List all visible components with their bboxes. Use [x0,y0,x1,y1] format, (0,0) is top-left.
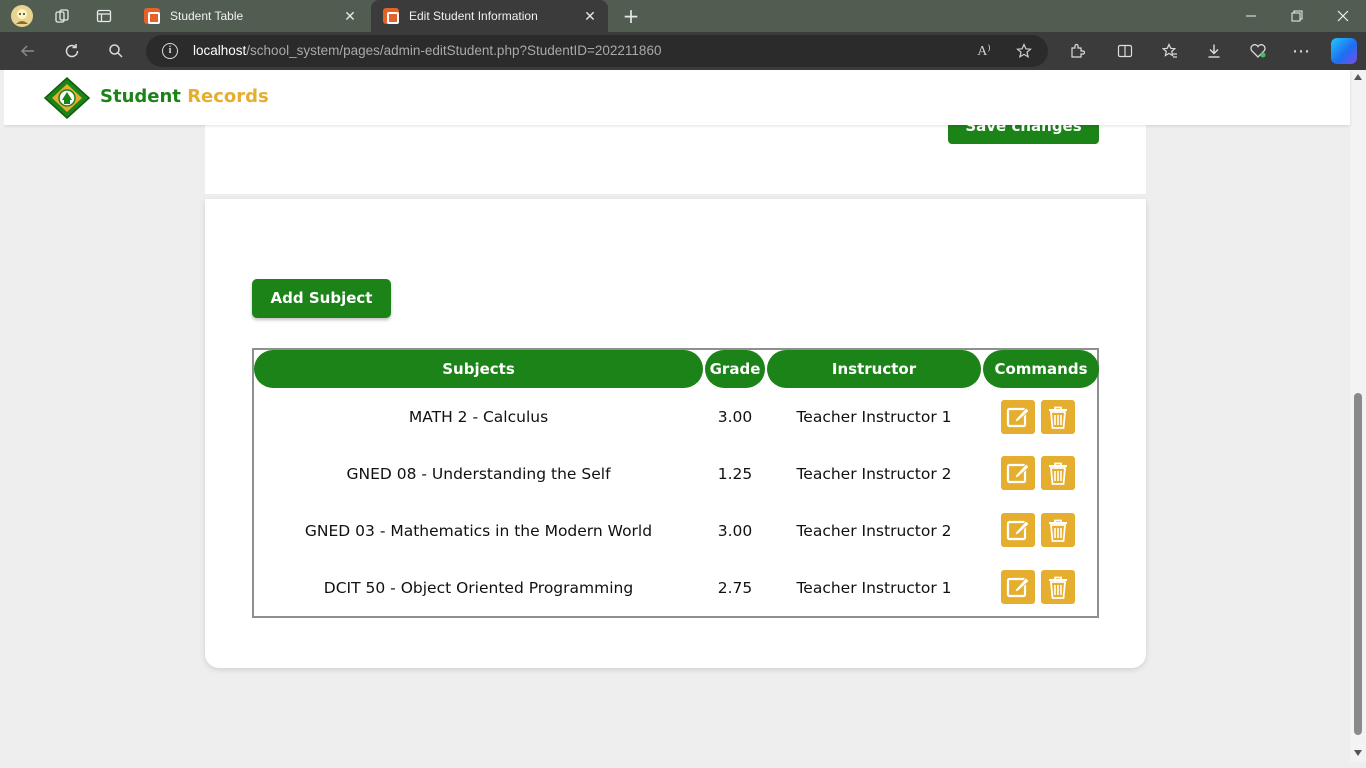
instructor-cell: Teacher Instructor 1 [796,578,952,597]
close-window-icon[interactable] [1320,0,1366,32]
site-header: Student Records [4,70,1350,125]
column-header-instructor: Instructor [767,350,981,388]
favorites-icon[interactable] [1157,39,1183,63]
add-subject-button[interactable]: Add Subject [252,279,391,318]
tab-title: Student Table [170,9,244,23]
tab-edit-student-information[interactable]: Edit Student Information ✕ [371,0,608,32]
column-header-commands: Commands [983,350,1099,388]
school-logo-icon [44,77,90,119]
site-info-icon[interactable]: i [162,43,178,59]
delete-icon[interactable] [1041,570,1075,604]
tab-student-table[interactable]: Student Table ✕ [132,0,368,32]
column-header-subjects: Subjects [254,350,703,388]
instructor-cell: Teacher Instructor 2 [796,464,952,483]
instructor-cell: Teacher Instructor 2 [796,521,952,540]
page-scrollbar[interactable] [1350,70,1366,762]
browser-essentials-icon[interactable] [1245,39,1271,63]
subject-cell: MATH 2 - Calculus [408,407,549,426]
url-path: /school_system/pages/admin-editStudent.p… [246,43,662,58]
back-icon[interactable] [15,39,41,63]
search-icon[interactable] [103,39,129,63]
xampp-favicon-icon [383,8,399,24]
subject-cell: DCIT 50 - Object Oriented Programming [323,578,634,597]
tab-close-icon[interactable]: ✕ [342,8,358,24]
extensions-icon[interactable] [1064,39,1090,63]
scroll-down-arrow-icon[interactable] [1354,750,1362,756]
commands-cell [1001,570,1075,604]
commands-cell [1001,513,1075,547]
subjects-table: Subjects Grade Instructor Commands MATH … [252,348,1099,618]
tab-title: Edit Student Information [409,9,538,23]
brand-name[interactable]: Student Records [100,86,269,107]
xampp-favicon-icon [144,8,160,24]
delete-icon[interactable] [1041,400,1075,434]
grade-cell: 3.00 [717,521,753,540]
more-options-icon[interactable]: ⋯ [1288,39,1314,63]
url-host: localhost [193,43,247,58]
subject-cell: GNED 03 - Mathematics in the Modern Worl… [304,521,653,540]
scroll-up-arrow-icon[interactable] [1354,74,1362,80]
brand-part1: Student [100,86,181,107]
url-text[interactable]: localhost/school_system/pages/admin-edit… [193,43,661,58]
minimize-icon[interactable] [1228,0,1274,32]
profile-avatar[interactable] [8,4,36,28]
tab-close-icon[interactable]: ✕ [582,8,598,24]
read-aloud-icon[interactable]: A⁾ [974,41,994,61]
new-tab-icon[interactable]: + [617,4,645,28]
workspaces-icon[interactable] [48,4,76,28]
scrollbar-thumb[interactable] [1354,393,1362,735]
tab-actions-icon[interactable] [90,4,118,28]
column-header-grade: Grade [705,350,765,388]
browser-titlebar: Student Table ✕ Edit Student Information… [0,0,1366,32]
refresh-icon[interactable] [59,39,85,63]
edit-icon[interactable] [1001,570,1035,604]
downloads-icon[interactable] [1201,39,1227,63]
commands-cell [1001,400,1075,434]
grade-cell: 1.25 [717,464,753,483]
page-viewport: Student Records Save changes Add Subject… [4,70,1366,762]
edit-icon[interactable] [1001,513,1035,547]
favorite-star-icon[interactable] [1014,41,1034,61]
subject-cell: GNED 08 - Understanding the Self [346,464,611,483]
edit-icon[interactable] [1001,456,1035,490]
edit-icon[interactable] [1001,400,1035,434]
address-bar[interactable]: i localhost/school_system/pages/admin-ed… [146,35,1048,67]
split-screen-icon[interactable] [1112,39,1138,63]
restore-icon[interactable] [1274,0,1320,32]
commands-cell [1001,456,1075,490]
copilot-icon[interactable] [1331,38,1357,64]
grade-cell: 3.00 [717,407,753,426]
delete-icon[interactable] [1041,456,1075,490]
brand-part2: Records [187,86,269,107]
subjects-card: Add Subject Subjects Grade Instructor Co… [205,199,1146,668]
delete-icon[interactable] [1041,513,1075,547]
browser-toolbar: i localhost/school_system/pages/admin-ed… [0,32,1366,70]
grade-cell: 2.75 [717,578,753,597]
instructor-cell: Teacher Instructor 1 [796,407,952,426]
